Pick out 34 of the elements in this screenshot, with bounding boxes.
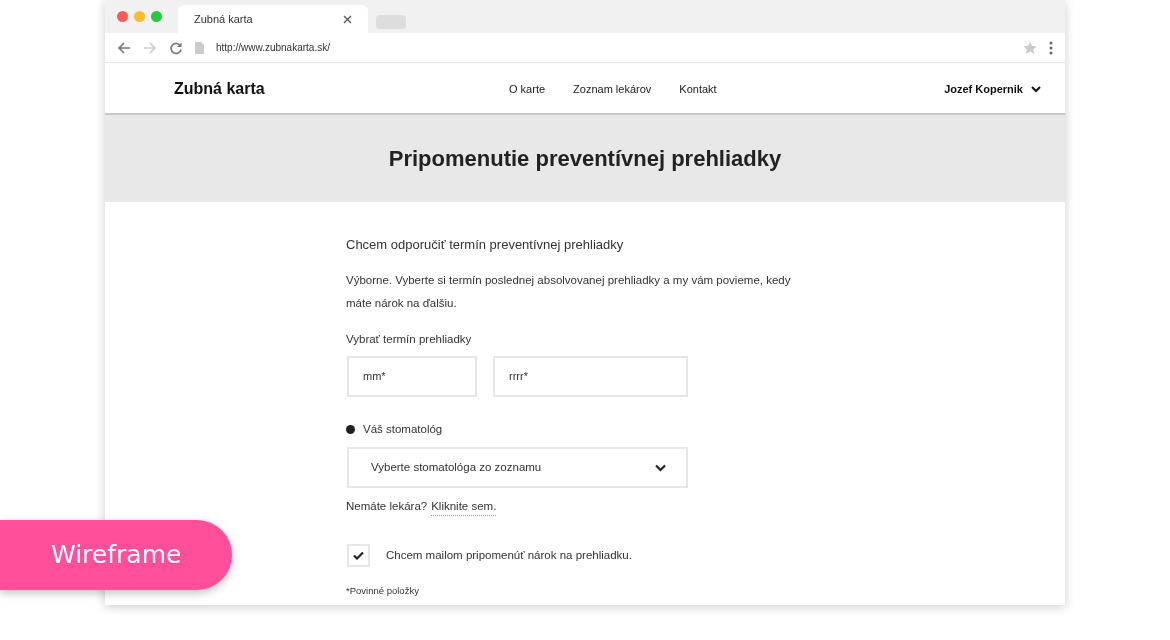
back-icon[interactable] xyxy=(117,40,131,55)
reload-icon[interactable] xyxy=(169,40,183,55)
field-label: Vybrať termín prehliadky xyxy=(346,331,473,347)
info-icon xyxy=(346,424,355,434)
form-heading: Chcem odporučiť termín preventívnej prehliadky xyxy=(346,236,625,254)
forward-icon[interactable] xyxy=(143,40,157,55)
user-menu[interactable]: Jozef Kopernik xyxy=(944,80,1041,98)
minimize-window-icon[interactable] xyxy=(134,11,145,22)
chevron-down-icon xyxy=(1031,85,1041,93)
help-text: Nemáte lekára? xyxy=(346,499,428,514)
checkbox-label: Chcem mailom pripomenúť nárok na prehliadku. xyxy=(386,548,632,564)
input-field[interactable]: rrrr* xyxy=(493,355,688,397)
nav-link[interactable]: O karte xyxy=(509,80,546,98)
star-icon[interactable] xyxy=(1023,40,1037,55)
browser-tab[interactable]: Zubná karta xyxy=(178,5,368,33)
close-window-icon[interactable] xyxy=(117,11,128,22)
menu-icon[interactable] xyxy=(1049,40,1053,55)
nav-link[interactable]: Zoznam lekárov xyxy=(573,80,652,98)
page-title: Pripomenutie preventívnej prehliadky xyxy=(388,145,782,173)
site-logo[interactable]: Zubná karta xyxy=(174,77,509,101)
intro-text: Výborne. Vyberte si termín poslednej absolvovanej prehliadky a my vám povieme, kedy máte nárok na ďalšiu. xyxy=(346,272,792,311)
input-field[interactable]: mm* xyxy=(347,355,477,397)
checkbox[interactable] xyxy=(347,544,370,568)
nav-link[interactable]: Kontakt xyxy=(679,80,717,98)
check-icon xyxy=(353,551,364,561)
field-label: Váš stomatológ xyxy=(363,421,443,437)
maximize-window-icon[interactable] xyxy=(151,11,162,22)
required-note: *Povinné položky xyxy=(346,584,420,599)
chevron-down-icon xyxy=(655,463,666,472)
wireframe-badge: Wireframe xyxy=(0,520,232,590)
page-icon xyxy=(195,41,204,54)
link[interactable]: Kliknite sem. xyxy=(431,498,497,517)
dentist-select[interactable]: Vyberte stomatológa zo zoznamu xyxy=(347,447,688,488)
close-icon[interactable] xyxy=(343,14,352,24)
